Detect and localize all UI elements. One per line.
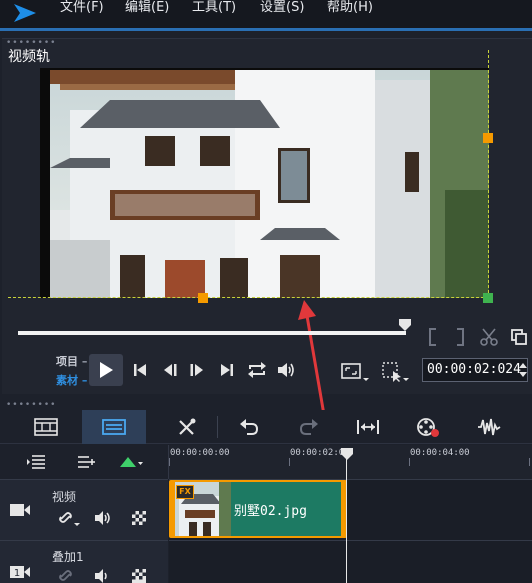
aspect-ratio-dropdown-icon[interactable] <box>340 360 372 384</box>
redo-button[interactable] <box>294 410 324 444</box>
clip-label: 别墅02.jpg <box>234 504 307 519</box>
resize-handle-bottom[interactable] <box>198 293 208 303</box>
ruler-tick <box>289 458 290 466</box>
scrub-bar[interactable] <box>18 331 406 335</box>
menu-settings[interactable]: 设置(S) <box>260 0 304 16</box>
timeline-toolbar <box>0 410 532 444</box>
video-track-icon <box>8 500 32 520</box>
preview-image <box>50 70 489 298</box>
tools-icon <box>179 418 196 435</box>
fit-width-icon <box>357 420 379 434</box>
timecode-field[interactable]: 00:00:02:024 <box>422 358 528 382</box>
overlay-transparency-icon[interactable] <box>130 569 148 583</box>
timeline-tracks-icon <box>102 419 126 435</box>
preview-track-label: 视频轨 <box>8 49 50 65</box>
repeat-icon[interactable] <box>245 359 269 381</box>
playhead-line <box>346 458 347 583</box>
selection-mode-dropdown-icon[interactable] <box>380 360 412 384</box>
overlay-link-icon[interactable] <box>56 568 82 583</box>
menu-tools[interactable]: 工具(T) <box>192 0 236 16</box>
track-link-dropdown-icon[interactable] <box>56 508 82 528</box>
menu-edit[interactable]: 编辑(E) <box>125 0 169 16</box>
copy-icon[interactable] <box>508 326 530 348</box>
go-to-start-icon[interactable] <box>130 360 150 380</box>
clip-trim-handle-right[interactable] <box>341 482 345 536</box>
toolbar-divider <box>217 416 218 438</box>
record-capture-button[interactable] <box>412 410 444 444</box>
next-frame-icon[interactable] <box>187 360 207 380</box>
overlay-track-icon: 1 <box>8 562 32 582</box>
ripple-edit-dropdown-icon[interactable] <box>116 452 146 472</box>
app-logo-icon <box>14 4 36 22</box>
ruler-tick <box>529 458 530 466</box>
tools-button[interactable] <box>172 410 202 444</box>
panel-grip[interactable]: •••••••• <box>6 400 56 410</box>
audio-mixer-button[interactable] <box>473 410 505 444</box>
selection-right-edge <box>488 50 489 298</box>
undo-icon <box>240 419 259 435</box>
accent-divider <box>0 28 532 31</box>
overlay-volume-icon[interactable] <box>92 568 114 583</box>
previous-frame-icon[interactable] <box>160 360 180 380</box>
timecode-stepper-icon[interactable] <box>518 361 528 379</box>
clip-trim-handle-left[interactable] <box>171 482 175 536</box>
selection-bottom-edge <box>8 297 489 298</box>
scrub-thumb-icon[interactable] <box>398 318 412 332</box>
mode-clip-label[interactable]: 素材 – <box>56 372 87 388</box>
svg-text:1: 1 <box>14 568 20 579</box>
fit-timeline-button[interactable] <box>352 410 384 444</box>
menu-file[interactable]: 文件(F) <box>60 0 104 16</box>
add-track-icon[interactable] <box>74 452 98 472</box>
resize-handle-right[interactable] <box>483 133 493 143</box>
storyboard-view-button[interactable] <box>82 410 146 444</box>
clip-fx-badge[interactable]: FX <box>176 485 194 499</box>
track-transparency-icon[interactable] <box>130 509 148 527</box>
volume-icon[interactable] <box>274 359 298 381</box>
film-reel-record-icon <box>417 418 439 437</box>
redo-icon <box>299 419 318 435</box>
mark-in-icon[interactable] <box>425 327 441 347</box>
mode-project-label[interactable]: 项目 – <box>56 353 87 369</box>
track-manager-icon[interactable] <box>24 452 48 472</box>
menu-bar: 文件(F) 编辑(E) 工具(T) 设置(S) 帮助(H) <box>0 0 532 28</box>
overlay-track-name: 叠加1 <box>52 550 84 564</box>
ruler-label: 00:00:04:00 <box>410 448 470 458</box>
overlay-track-lane[interactable] <box>169 540 532 583</box>
audio-waveform-icon <box>478 418 501 436</box>
playhead-handle-icon[interactable] <box>340 447 354 461</box>
timeline-view-button[interactable] <box>20 410 72 444</box>
play-button[interactable] <box>89 354 123 386</box>
go-to-end-icon[interactable] <box>217 360 237 380</box>
track-volume-icon[interactable] <box>92 508 114 528</box>
resize-handle-corner[interactable] <box>483 293 493 303</box>
ruler-tick <box>409 458 410 466</box>
video-track-name: 视频 <box>52 490 77 504</box>
undo-button[interactable] <box>234 410 264 444</box>
film-strip-icon <box>34 418 58 436</box>
ruler-label: 00:00:00:00 <box>170 448 230 458</box>
split-clip-scissors-icon[interactable] <box>478 326 500 348</box>
mark-out-icon[interactable] <box>452 327 468 347</box>
menu-help[interactable]: 帮助(H) <box>327 0 373 16</box>
ruler-tick <box>169 458 170 466</box>
